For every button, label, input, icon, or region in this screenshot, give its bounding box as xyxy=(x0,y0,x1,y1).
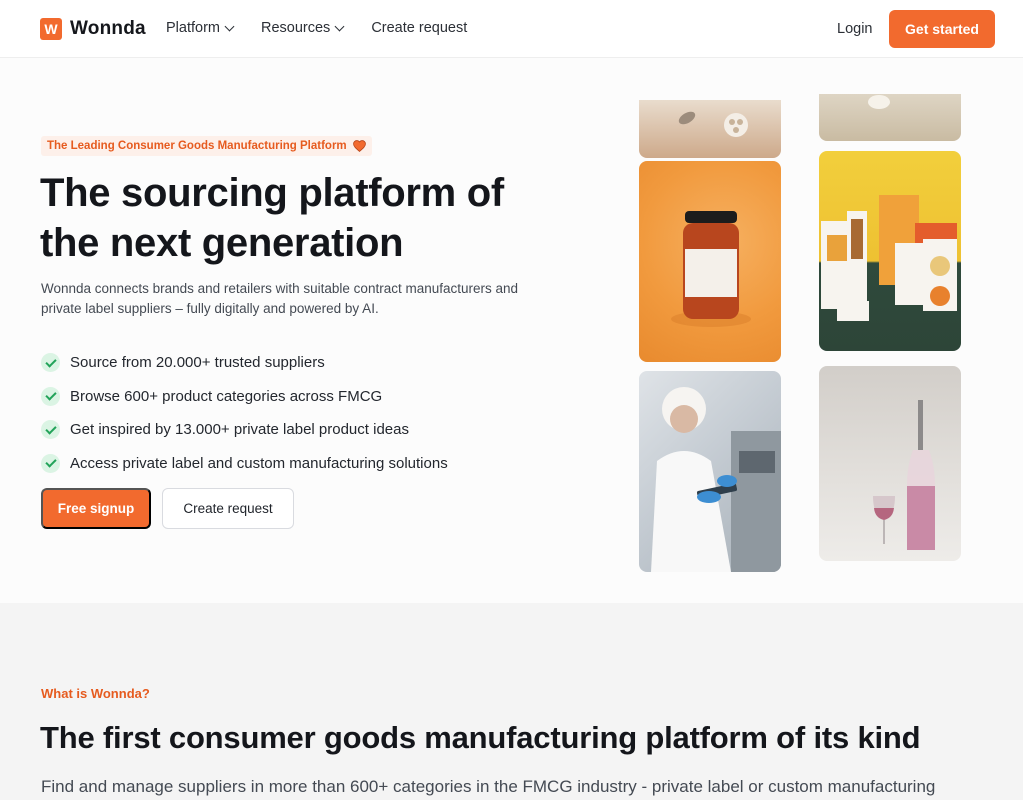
jar-illustration xyxy=(671,211,751,327)
get-started-button[interactable]: Get started xyxy=(889,10,995,48)
top-navbar: W Wonnda Platform Resources Create reque… xyxy=(0,0,1023,58)
piece-illustration xyxy=(868,95,890,109)
hero-description: Wonnda connects brands and retailers wit… xyxy=(41,281,519,316)
about-section xyxy=(0,603,1023,800)
hero-badge-text: The Leading Consumer Goods Manufacturing… xyxy=(47,140,347,152)
main-nav: Platform Resources Create request xyxy=(166,20,467,36)
create-request-button[interactable]: Create request xyxy=(162,488,294,529)
lab-illustration xyxy=(651,387,781,572)
list-item: Get inspired by 13.000+ private label pr… xyxy=(41,413,448,447)
bottle-illustration xyxy=(873,400,935,550)
check-icon xyxy=(41,386,60,406)
logo-mark-icon: W xyxy=(40,18,62,40)
nav-platform-label: Platform xyxy=(166,20,220,36)
feature-list: Source from 20.000+ trusted suppliers Br… xyxy=(41,346,448,480)
feature-text: Access private label and custom manufact… xyxy=(70,454,448,472)
nav-create-request-label: Create request xyxy=(371,20,468,36)
nav-resources[interactable]: Resources xyxy=(261,20,345,36)
section-eyebrow: What is Wonnda? xyxy=(41,686,150,701)
check-icon xyxy=(41,353,60,373)
hero-badge: The Leading Consumer Goods Manufacturing… xyxy=(41,136,372,156)
logo-text: Wonnda xyxy=(70,18,146,39)
product-image-cropped xyxy=(819,94,961,141)
list-item: Browse 600+ product categories across FM… xyxy=(41,380,448,414)
nav-resources-label: Resources xyxy=(261,20,331,36)
feature-text: Source from 20.000+ trusted suppliers xyxy=(70,354,325,372)
bottle-product-image xyxy=(819,366,961,561)
feature-text: Browse 600+ product categories across FM… xyxy=(70,387,383,405)
check-icon xyxy=(41,420,60,440)
packaging-product-image xyxy=(819,151,961,351)
packaging-illustration xyxy=(821,195,957,321)
piece-illustration xyxy=(678,111,748,137)
section-description: Find and manage suppliers in more than 6… xyxy=(41,777,936,796)
hero-title: The sourcing platform of the next genera… xyxy=(40,171,504,265)
lab-worker-image xyxy=(639,371,781,572)
jar-product-image xyxy=(639,161,781,362)
wonnda-logo[interactable]: W Wonnda xyxy=(40,18,146,40)
section-title: The first consumer goods manufacturing p… xyxy=(40,720,921,755)
list-item: Access private label and custom manufact… xyxy=(41,447,448,481)
heart-icon xyxy=(352,140,366,152)
check-icon xyxy=(41,453,60,473)
nav-platform[interactable]: Platform xyxy=(166,20,235,36)
list-item: Source from 20.000+ trusted suppliers xyxy=(41,346,448,380)
chevron-down-icon xyxy=(334,21,345,31)
feature-text: Get inspired by 13.000+ private label pr… xyxy=(70,421,409,439)
product-image-cropped xyxy=(639,100,781,158)
chevron-down-icon xyxy=(224,21,235,31)
login-link[interactable]: Login xyxy=(837,21,872,37)
nav-create-request[interactable]: Create request xyxy=(371,20,467,36)
free-signup-button[interactable]: Free signup xyxy=(41,488,151,529)
